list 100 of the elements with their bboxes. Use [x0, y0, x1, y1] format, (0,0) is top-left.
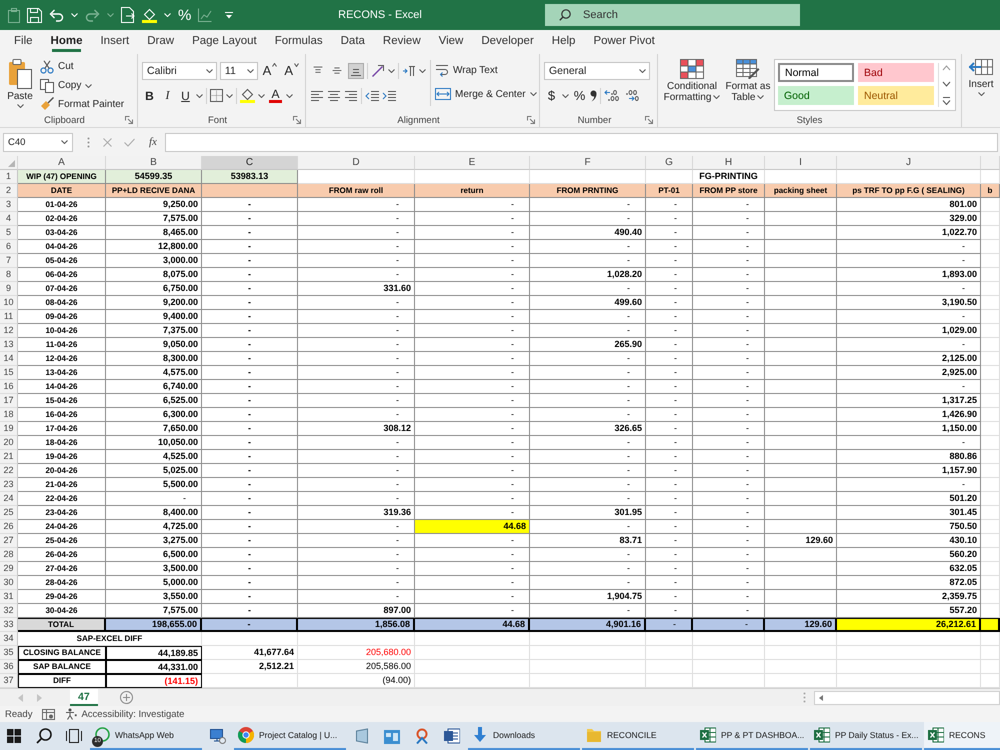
cell-style-option[interactable]: Good [778, 86, 854, 105]
corner-arrow-icon[interactable] [293, 116, 301, 124]
caret-icon[interactable] [246, 68, 254, 72]
ribbon-tab[interactable]: Draw [138, 30, 184, 52]
caret-icon[interactable] [419, 68, 426, 72]
paste-button[interactable]: Paste [4, 58, 36, 113]
caret-icon[interactable] [16, 104, 24, 108]
outdent-icon[interactable] [365, 90, 379, 102]
caret-icon[interactable] [196, 94, 203, 98]
copy-button[interactable]: Copy [40, 76, 124, 94]
align-right-icon[interactable] [344, 90, 358, 102]
cell-style-option[interactable]: Neutral [858, 86, 934, 105]
wrap-text-button[interactable]: Wrap Text [435, 61, 537, 79]
ribbon-tab[interactable]: View [430, 30, 472, 52]
caret-icon[interactable] [258, 94, 265, 98]
bold-button[interactable]: B [142, 86, 157, 104]
more-icon[interactable] [942, 97, 951, 105]
scroll-up-icon[interactable] [942, 65, 951, 71]
caret-icon[interactable] [639, 68, 646, 72]
clipboard-icon[interactable] [8, 8, 20, 22]
scroll-down-icon[interactable] [942, 81, 951, 87]
circled-plus-icon[interactable] [120, 691, 133, 704]
decrease-decimal-icon[interactable] [623, 89, 639, 102]
paint-bucket-icon[interactable] [240, 88, 255, 103]
currency-button[interactable]: $ [544, 86, 559, 104]
search-field[interactable]: Search [545, 4, 800, 26]
window-icon[interactable] [384, 728, 400, 744]
corner-arrow-icon[interactable] [125, 116, 133, 124]
undo-icon[interactable] [49, 8, 64, 22]
percent-button[interactable]: % [572, 86, 587, 104]
align-bottom-icon[interactable] [348, 62, 364, 78]
merge-center-button[interactable]: Merge & Center [435, 85, 537, 103]
caret-icon[interactable] [562, 94, 569, 98]
ribbon-tab[interactable]: Insert [91, 30, 138, 52]
number-format-dropdown[interactable]: General [544, 62, 650, 80]
ribbon-tab[interactable]: Formulas [266, 30, 332, 52]
taskbar-app[interactable]: PP & PT DASHBOA... [696, 722, 808, 750]
caret-icon[interactable] [206, 68, 213, 72]
four-panes-icon[interactable] [7, 729, 21, 743]
caret-icon[interactable] [713, 95, 720, 100]
formula-input[interactable] [164, 132, 998, 152]
shrink-font-button[interactable]: A [282, 63, 301, 78]
caret-icon[interactable] [85, 84, 92, 88]
conditional-formatting-button[interactable]: Conditional Formatting [662, 58, 722, 113]
monitor-icon[interactable] [210, 728, 226, 744]
grid-icon[interactable] [210, 89, 223, 102]
name-box[interactable]: C40 [3, 132, 73, 152]
caret-icon[interactable] [388, 68, 395, 72]
emblem-icon[interactable] [414, 728, 430, 744]
indent-icon[interactable] [382, 90, 396, 102]
taskbar-app[interactable]: RECONS [924, 722, 1000, 750]
align-center-icon[interactable] [327, 90, 341, 102]
ribbon-tab[interactable]: Developer [472, 30, 543, 52]
paragraph-arrow-icon[interactable] [402, 64, 416, 76]
scroll-left-icon[interactable] [819, 694, 823, 700]
search-icon[interactable] [36, 728, 52, 744]
format-as-table-button[interactable]: Format as Table [724, 58, 772, 113]
ribbon-tab[interactable]: Data [332, 30, 374, 52]
format-painter-button[interactable]: Format Painter [40, 95, 124, 114]
taskbar-app[interactable]: Downloads [468, 722, 580, 750]
corner-arrow-icon[interactable] [645, 116, 653, 124]
comma-icon[interactable] [590, 90, 597, 102]
cell-style-option[interactable]: Bad [858, 63, 934, 82]
customize-icon[interactable] [225, 12, 234, 18]
caret-icon[interactable] [226, 94, 233, 98]
ribbon-tab[interactable]: Page Layout [183, 30, 266, 52]
font-name-dropdown[interactable]: Calibri [142, 62, 217, 80]
taskbar-app[interactable]: Project Catalog | U... [234, 722, 346, 750]
ribbon-tab[interactable]: Review [374, 30, 430, 52]
align-left-icon[interactable] [310, 90, 324, 102]
caret-icon[interactable] [978, 92, 984, 96]
pane-icon[interactable] [355, 728, 369, 744]
ribbon-tab[interactable]: Power Pivot [584, 30, 664, 52]
taskbar-app[interactable]: RECONCILE [582, 722, 694, 750]
italic-button[interactable]: I [160, 86, 175, 104]
sheet-tab[interactable]: 47 [70, 689, 98, 706]
corner-arrow-icon[interactable] [527, 116, 535, 124]
caret-icon[interactable] [286, 94, 293, 98]
checkmark-icon[interactable] [124, 138, 135, 146]
insert-function-button[interactable]: fx [149, 136, 157, 148]
cut-button[interactable]: Cut [40, 58, 124, 76]
clipboard-icon[interactable] [8, 59, 32, 89]
insert-button[interactable]: Insert [966, 58, 996, 127]
sheet-record-icon[interactable] [42, 708, 56, 720]
diagonal-arrow-icon[interactable] [371, 64, 385, 78]
ribbon-tab[interactable]: File [5, 30, 42, 52]
horizontal-scrollbar[interactable] [814, 690, 1000, 704]
font-color-button[interactable]: A [268, 86, 283, 104]
ribbon-tab[interactable]: Help [542, 30, 584, 52]
increase-decimal-icon[interactable] [604, 89, 620, 102]
accessibility-button[interactable]: Accessibility: Investigate [65, 708, 184, 720]
taskbar-app[interactable]: PP Daily Status - Ex... [810, 722, 922, 750]
document-tile-icon[interactable] [444, 728, 460, 744]
document-icon[interactable] [121, 7, 135, 23]
paint-bucket-icon[interactable] [142, 7, 157, 23]
caret-icon[interactable] [61, 140, 68, 144]
grow-font-button[interactable]: A [260, 63, 280, 78]
underline-button[interactable]: U [178, 86, 193, 104]
cell-style-option[interactable]: Normal [778, 63, 854, 82]
stacked-windows-icon[interactable] [66, 729, 82, 743]
